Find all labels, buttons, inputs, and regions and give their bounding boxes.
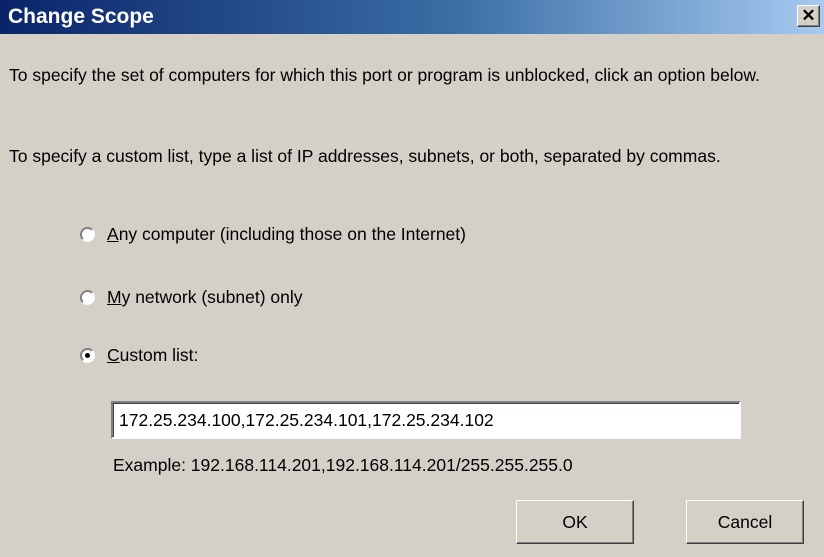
- option-custom-list[interactable]: Custom list:: [80, 343, 198, 367]
- custom-list-input[interactable]: [111, 401, 741, 439]
- option-custom-list-label[interactable]: Custom list:: [107, 345, 198, 366]
- ok-button[interactable]: OK: [516, 500, 634, 544]
- instruction-text-2: To specify a custom list, type a list of…: [9, 146, 721, 166]
- instruction-text-1: To specify the set of computers for whic…: [9, 65, 760, 85]
- option-my-network[interactable]: My network (subnet) only: [80, 285, 303, 309]
- change-scope-dialog: Change Scope ✕ To specify the set of com…: [0, 0, 824, 557]
- option-any-computer-label[interactable]: Any computer (including those on the Int…: [107, 224, 466, 245]
- example-text: Example: 192.168.114.201,192.168.114.201…: [113, 455, 573, 475]
- radio-custom-list[interactable]: [80, 347, 95, 363]
- close-button[interactable]: ✕: [797, 5, 820, 27]
- radio-any-computer[interactable]: [80, 226, 95, 242]
- option-my-network-label[interactable]: My network (subnet) only: [107, 287, 303, 308]
- option-any-computer[interactable]: Any computer (including those on the Int…: [80, 222, 466, 246]
- cancel-button[interactable]: Cancel: [686, 500, 804, 544]
- title-bar[interactable]: Change Scope ✕: [0, 0, 824, 34]
- radio-my-network[interactable]: [80, 289, 95, 305]
- close-icon: ✕: [801, 6, 816, 25]
- window-title: Change Scope: [8, 5, 154, 28]
